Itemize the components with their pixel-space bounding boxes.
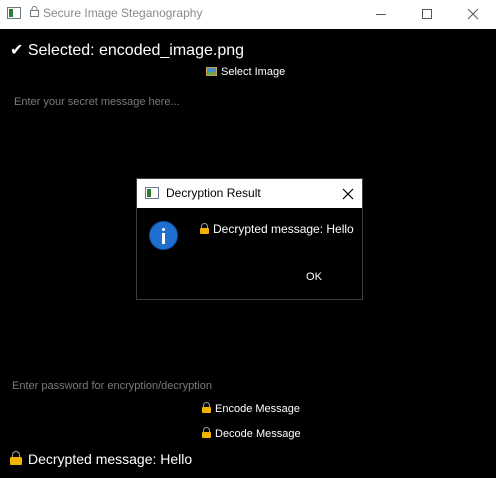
info-icon (149, 221, 178, 250)
minimize-icon (376, 14, 386, 15)
ok-button[interactable]: OK (286, 266, 342, 288)
maximize-icon (422, 9, 432, 19)
dialog-app-icon (145, 187, 159, 199)
close-icon (342, 188, 354, 200)
app-icon (7, 7, 21, 19)
select-image-button[interactable]: Select Image (206, 66, 285, 84)
close-icon (467, 8, 479, 20)
selected-file-label: ✔ Selected: encoded_image.png (10, 42, 245, 59)
lock-icon (200, 223, 209, 234)
lock-icon (202, 427, 211, 438)
decode-message-button[interactable]: Decode Message (202, 427, 301, 445)
lock-icon (202, 402, 211, 413)
picture-icon (206, 67, 217, 76)
dialog-titlebar[interactable]: Decryption Result (137, 179, 362, 208)
decryption-result-dialog: Decryption Result Decrypted message: Hel… (136, 178, 363, 300)
title-lock-icon (29, 6, 40, 17)
status-label: Decrypted message: Hello (10, 451, 192, 467)
select-image-label: Select Image (221, 66, 286, 78)
dialog-message-text: Decrypted message: Hello (213, 222, 354, 236)
minimize-button[interactable] (358, 0, 404, 29)
maximize-button[interactable] (404, 0, 450, 29)
decode-message-label: Decode Message (215, 428, 301, 440)
window-titlebar[interactable]: Secure Image Steganography (0, 0, 496, 29)
close-button[interactable] (450, 0, 496, 29)
window-title: Secure Image Steganography (43, 6, 203, 20)
encode-message-label: Encode Message (215, 403, 300, 415)
dialog-message: Decrypted message: Hello (200, 222, 354, 236)
dialog-close-button[interactable] (333, 179, 362, 208)
encode-message-button[interactable]: Encode Message (202, 402, 300, 420)
status-text: Decrypted message: Hello (28, 451, 193, 467)
secret-message-input[interactable] (8, 92, 488, 112)
lock-icon (10, 451, 22, 465)
password-input[interactable] (6, 376, 486, 396)
dialog-title: Decryption Result (166, 186, 261, 200)
